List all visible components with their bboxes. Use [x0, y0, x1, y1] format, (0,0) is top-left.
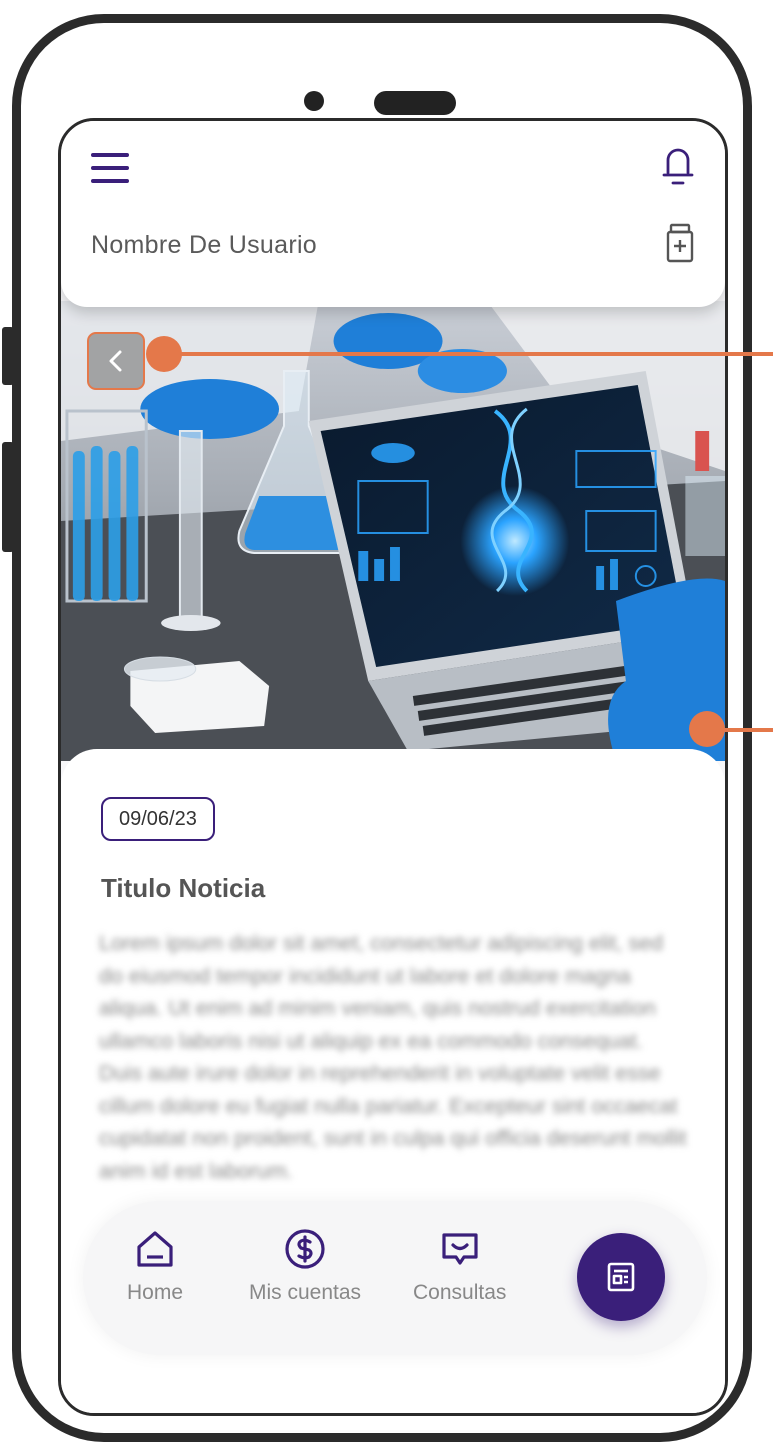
phone-camera	[304, 91, 324, 111]
home-icon	[137, 1231, 173, 1267]
news-article-icon	[607, 1262, 635, 1292]
news-fab-button[interactable]	[577, 1233, 665, 1321]
user-name: Nombre De Usuario	[91, 231, 318, 259]
news-title: Titulo Noticia	[101, 873, 266, 903]
annotation-dot	[146, 336, 182, 372]
date-badge: 09/06/23	[101, 797, 215, 841]
annotation-dot	[689, 711, 725, 747]
phone-speaker	[374, 91, 456, 115]
bottom-navigation: Home Mis cuentas Consultas	[83, 1201, 707, 1355]
chat-message-icon	[442, 1233, 478, 1265]
chevron-left-icon	[109, 350, 122, 372]
medicine-bottle-icon[interactable]	[665, 223, 695, 263]
bell-icon[interactable]	[661, 143, 695, 189]
hamburger-menu-icon[interactable]	[91, 151, 131, 185]
nav-item-mis-cuentas[interactable]: Mis cuentas	[249, 1227, 361, 1305]
app-header: Nombre De Usuario	[61, 121, 725, 307]
nav-label-home: Home	[127, 1281, 184, 1304]
nav-label-consultas: Consultas	[413, 1281, 507, 1304]
app-screen: Nombre De Usuario 09/06/23 Titulo Notici…	[58, 118, 728, 1416]
back-button[interactable]	[87, 332, 145, 390]
nav-item-consultas[interactable]: Consultas	[413, 1227, 506, 1305]
nav-label-mis-cuentas: Mis cuentas	[249, 1281, 362, 1304]
annotation-line	[160, 352, 773, 356]
dollar-circle-icon	[285, 1229, 325, 1269]
nav-item-home[interactable]: Home	[127, 1227, 183, 1305]
news-body: Lorem ipsum dolor sit amet, consectetur …	[99, 931, 687, 1183]
